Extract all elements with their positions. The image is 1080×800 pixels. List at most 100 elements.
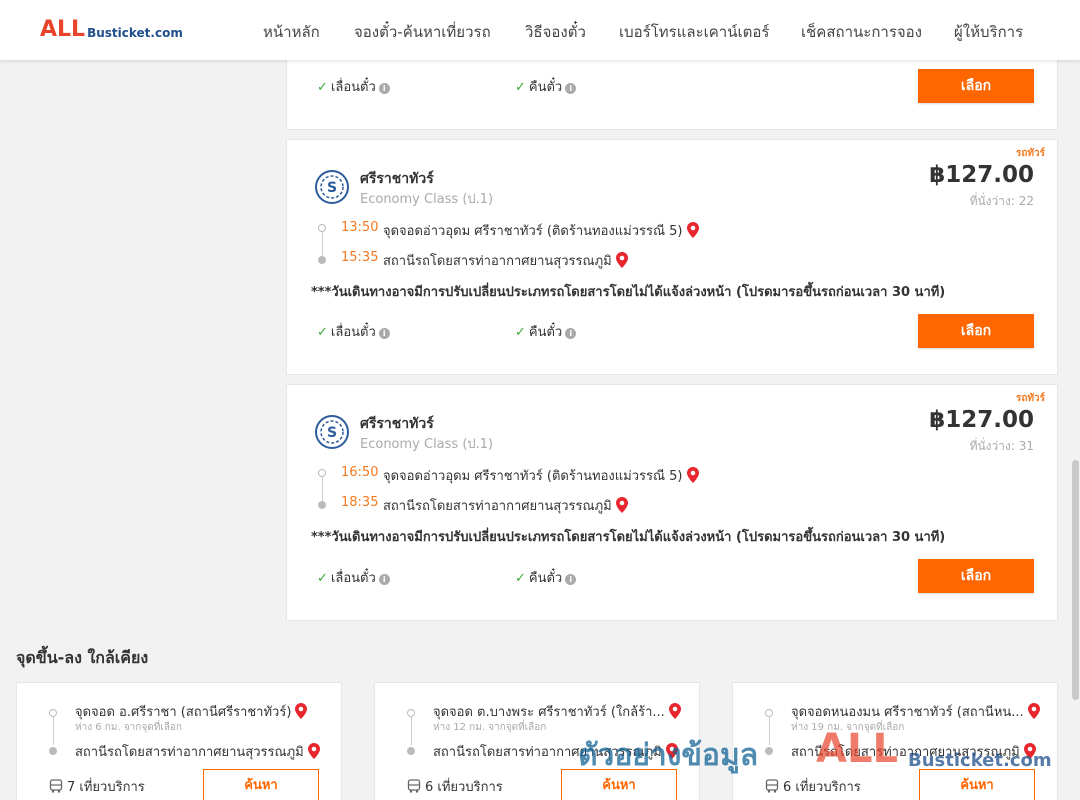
trip-card: รถทัวร์ S ศรีราชาทัวร์ Economy Class (ป.… <box>286 384 1058 621</box>
price: ฿127.00 <box>929 162 1034 188</box>
info-icon[interactable]: i <box>378 328 390 339</box>
info-icon[interactable]: i <box>565 83 577 94</box>
operator-logo-icon: S <box>315 415 349 449</box>
nav-home[interactable]: หน้าหลัก <box>263 20 320 44</box>
depart-time: 16:50 <box>341 465 379 480</box>
price: ฿127.00 <box>929 407 1034 433</box>
nearby-trip-count: 7 เที่ยวบริการ <box>49 776 145 797</box>
bus-class: Economy Class (ป.1) <box>360 192 494 207</box>
site-header: ALL Busticket.com หน้าหลัก จองตั๋ว-ค้นหา… <box>0 0 1080 60</box>
timeline-line <box>322 477 323 501</box>
nearby-to-stop: สถานีรถโดยสารท่าอากาศยานสุวรรณภูมิ <box>75 741 320 762</box>
check-icon: ✓ <box>515 80 526 95</box>
timeline-end-dot <box>318 501 326 509</box>
feature-refund: ✓ คืนตั๋ว i <box>515 321 577 342</box>
select-button[interactable]: เลือก <box>918 314 1034 348</box>
search-button[interactable]: ค้นหา <box>561 769 677 800</box>
timeline-start-dot <box>765 709 773 717</box>
search-button[interactable]: ค้นหา <box>203 769 319 800</box>
svg-text:S: S <box>327 425 337 441</box>
timeline-end-dot <box>407 747 415 755</box>
depart-time: 13:50 <box>341 220 379 235</box>
feature-refund: ✓ คืนตั๋ว i <box>515 567 577 588</box>
map-pin-icon[interactable] <box>668 703 681 719</box>
main-nav: หน้าหลัก จองตั๋ว-ค้นหาเที่ยวรถ วิธีจองตั… <box>0 20 1080 41</box>
seats-available: ที่นั่งว่าง: 31 <box>969 439 1034 453</box>
timeline-line <box>322 232 323 256</box>
nearby-card: จุดจอด ต.บางพระ ศรีราชาทัวร์ (ใกล้ร้า...… <box>374 682 700 800</box>
svg-text:S: S <box>327 180 337 196</box>
timeline-start-dot <box>407 709 415 717</box>
feature-reschedule: ✓ เลื่อนตั๋ว i <box>317 567 390 588</box>
check-icon: ✓ <box>515 571 526 586</box>
check-icon: ✓ <box>317 571 328 586</box>
map-pin-icon[interactable] <box>686 467 699 483</box>
map-pin-icon[interactable] <box>295 703 308 719</box>
bus-type-tag: รถทัวร์ <box>1015 148 1045 159</box>
info-icon[interactable]: i <box>565 574 577 585</box>
nearby-distance: ห่าง 19 กม. จากจุดที่เลือก <box>791 722 905 733</box>
trip-note: ***วันเดินทางอาจมีการปรับเปลี่ยนประเภทรถ… <box>311 530 946 545</box>
operator-name: ศรีราชาทัวร์ <box>360 171 434 187</box>
timeline-line <box>411 717 412 745</box>
nearby-distance: ห่าง 12 กม. จากจุดที่เลือก <box>433 722 547 733</box>
search-button[interactable]: ค้นหา <box>919 769 1035 800</box>
select-button[interactable]: เลือก <box>918 559 1034 593</box>
nav-how-to-book[interactable]: วิธีจองตั๋ว <box>525 20 586 44</box>
feature-reschedule: ✓ เลื่อนตั๋ว i <box>317 321 390 342</box>
nearby-to-stop: สถานีรถโดยสารท่าอากาศยานสุวรรณภูมิ <box>791 741 1036 762</box>
check-icon: ✓ <box>317 325 328 340</box>
nearby-trip-count: 6 เที่ยวบริการ <box>407 776 503 797</box>
timeline-start-dot <box>49 709 57 717</box>
map-pin-icon[interactable] <box>665 743 678 759</box>
nearby-distance: ห่าง 6 กม. จากจุดที่เลือก <box>75 722 182 733</box>
nearby-from-stop: จุดจอด อ.ศรีราชา (สถานีศรีราชาทัวร์) <box>75 701 308 722</box>
page-scrollbar[interactable] <box>1072 460 1079 700</box>
timeline-start-dot <box>318 469 326 477</box>
timeline-line <box>769 717 770 745</box>
map-pin-icon[interactable] <box>686 222 699 238</box>
operator-logo-icon: S <box>315 170 349 204</box>
feature-refund: ✓ คืนตั๋ว i <box>515 76 577 97</box>
bus-icon <box>407 779 421 793</box>
arrive-stop: สถานีรถโดยสารท่าอากาศยานสุวรรณภูมิ <box>383 495 628 516</box>
check-icon: ✓ <box>317 80 328 95</box>
trip-note: ***วันเดินทางอาจมีการปรับเปลี่ยนประเภทรถ… <box>311 285 946 300</box>
bus-icon <box>765 779 779 793</box>
arrive-stop: สถานีรถโดยสารท่าอากาศยานสุวรรณภูมิ <box>383 250 628 271</box>
map-pin-icon[interactable] <box>615 497 628 513</box>
trip-card: รถทัวร์ S ศรีราชาทัวร์ Economy Class (ป.… <box>286 139 1058 375</box>
arrive-time: 18:35 <box>341 495 379 510</box>
nearby-card: จุดจอด อ.ศรีราชา (สถานีศรีราชาทัวร์) ห่า… <box>16 682 342 800</box>
nav-book-search[interactable]: จองตั๋ว-ค้นหาเที่ยวรถ <box>354 20 491 44</box>
nav-check-status[interactable]: เช็คสถานะการจอง <box>801 20 922 44</box>
timeline-line <box>53 717 54 745</box>
info-icon[interactable]: i <box>378 83 390 94</box>
seats-available: ที่นั่งว่าง: 22 <box>969 194 1034 208</box>
timeline-end-dot <box>765 747 773 755</box>
check-icon: ✓ <box>515 325 526 340</box>
info-icon[interactable]: i <box>378 574 390 585</box>
map-pin-icon[interactable] <box>1023 743 1036 759</box>
map-pin-icon[interactable] <box>615 252 628 268</box>
select-button[interactable]: เลือก <box>918 69 1034 103</box>
depart-stop: จุดจอดอ่าวอุดม ศรีราชาทัวร์ (ติดร้านทองแ… <box>383 465 699 486</box>
nearby-section-title: จุดขึ้น-ลง ใกล้เคียง <box>16 648 149 667</box>
nearby-from-stop: จุดจอด ต.บางพระ ศรีราชาทัวร์ (ใกล้ร้า... <box>433 701 681 722</box>
operator-name: ศรีราชาทัวร์ <box>360 416 434 432</box>
info-icon[interactable]: i <box>565 328 577 339</box>
nav-phone-counters[interactable]: เบอร์โทรและเคาน์เตอร์ <box>619 20 769 44</box>
depart-stop: จุดจอดอ่าวอุดม ศรีราชาทัวร์ (ติดร้านทองแ… <box>383 220 699 241</box>
nav-operators[interactable]: ผู้ให้บริการ <box>954 20 1023 44</box>
nearby-trip-count: 6 เที่ยวบริการ <box>765 776 861 797</box>
arrive-time: 15:35 <box>341 250 379 265</box>
bus-class: Economy Class (ป.1) <box>360 437 494 452</box>
timeline-end-dot <box>49 747 57 755</box>
timeline-start-dot <box>318 224 326 232</box>
feature-reschedule: ✓ เลื่อนตั๋ว i <box>317 76 390 97</box>
map-pin-icon[interactable] <box>307 743 320 759</box>
map-pin-icon[interactable] <box>1027 703 1040 719</box>
nearby-to-stop: สถานีรถโดยสารท่าอากาศยานสุวรรณภูมิ <box>433 741 678 762</box>
timeline-end-dot <box>318 256 326 264</box>
bus-icon <box>49 779 63 793</box>
